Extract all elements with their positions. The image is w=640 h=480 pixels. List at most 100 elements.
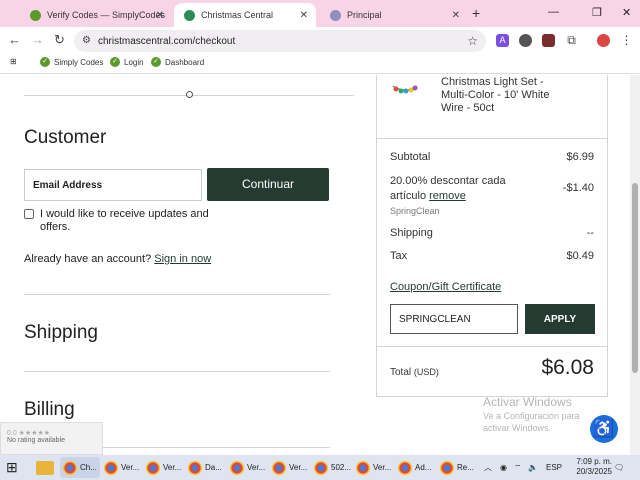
new-tab-button[interactable]: + <box>472 5 480 21</box>
subtotal-label: Subtotal <box>390 151 431 163</box>
tab-label: Principal <box>347 10 382 20</box>
chrome-icon <box>356 460 370 475</box>
chrome-icon <box>63 460 77 475</box>
scrollbar-thumb[interactable] <box>632 183 638 373</box>
bookmark-label: Dashboard <box>165 57 205 67</box>
activate-windows-text: Ve a Configuración para activar Windows. <box>483 411 580 433</box>
coupon-input[interactable]: SPRINGCLEAN <box>390 304 518 334</box>
browser-tabstrip: Verify Codes — SimplyCodes ✕ Christmas C… <box>0 0 640 27</box>
close-tab-icon[interactable]: ✕ <box>300 10 308 21</box>
taskbar-item[interactable]: 502... <box>314 457 351 478</box>
coupon-link[interactable]: Coupon/Gift Certificate <box>390 281 501 293</box>
bookmark-star-icon[interactable]: ☆ <box>467 34 478 48</box>
total-currency: (USD) <box>413 367 439 377</box>
apply-button[interactable]: APPLY <box>525 304 595 334</box>
summary-divider <box>377 138 607 139</box>
close-tab-icon[interactable]: ✕ <box>452 10 460 21</box>
page-scrollbar[interactable] <box>630 75 640 455</box>
taskbar-item[interactable]: Ver... <box>230 457 265 478</box>
shipping-value: -- <box>586 227 594 239</box>
system-clock[interactable]: 7:09 p. m. 20/3/2025 <box>576 457 612 477</box>
notifications-icon[interactable]: 🗨 <box>614 457 624 478</box>
address-bar[interactable]: ⚙ christmascentral.com/checkout ☆ <box>74 30 486 52</box>
back-icon[interactable]: ← <box>8 32 21 47</box>
principal-favicon-icon <box>330 9 341 21</box>
forward-icon[interactable]: → <box>31 32 44 47</box>
bookmark-dashboard[interactable]: ✓ Dashboard <box>151 57 204 67</box>
shipping-heading: Shipping <box>24 322 98 343</box>
rating-widget[interactable]: 0.0 ★★★★★ No rating available <box>0 422 103 455</box>
taskbar-item[interactable]: Ver... <box>146 457 181 478</box>
check-icon: ✓ <box>40 57 50 67</box>
tab-christmas-central[interactable]: Christmas Central ✕ <box>174 3 316 27</box>
wifi-icon[interactable]: ⌔ <box>514 457 522 478</box>
sign-in-link[interactable]: Sign in now <box>154 253 211 265</box>
product-name: Christmas Light Set - Multi-Color - 10' … <box>441 76 550 114</box>
extension-robot-icon[interactable] <box>519 34 532 47</box>
product-thumbnail <box>392 85 418 94</box>
total-value: $6.08 <box>541 356 594 379</box>
clock-time: 7:09 p. m. <box>576 457 612 466</box>
discount-value: -$1.40 <box>562 182 594 194</box>
reload-icon[interactable]: ↻ <box>54 32 65 48</box>
section-divider <box>24 294 330 295</box>
tab-label: Christmas Central <box>201 10 274 20</box>
total-text: Total <box>390 367 412 378</box>
chrome-icon <box>398 460 412 475</box>
site-settings-icon[interactable]: ⚙ <box>82 35 91 46</box>
customer-heading: Customer <box>24 127 107 148</box>
bookmark-login[interactable]: ✓ Login <box>110 57 144 67</box>
rating-text: No rating available <box>7 437 65 444</box>
continue-button[interactable]: Continuar <box>207 168 329 201</box>
profile-avatar[interactable] <box>597 34 610 47</box>
tax-label: Tax <box>390 250 408 262</box>
tab-principal[interactable]: Principal ✕ <box>320 3 468 27</box>
extensions-puzzle-icon[interactable]: ⧉ <box>565 34 578 47</box>
rating-stars: 0.0 ★★★★★ <box>7 430 51 437</box>
taskbar-item[interactable]: Da... <box>188 457 222 478</box>
language-indicator[interactable]: ESP <box>546 457 562 478</box>
email-field[interactable]: Email Address <box>24 169 202 201</box>
bookmark-simply-codes[interactable]: ✓ Simply Codes <box>40 57 103 67</box>
extension-badge-icon[interactable] <box>542 34 555 47</box>
url-text: christmascentral.com/checkout <box>98 35 236 47</box>
bookmark-label: Login <box>124 57 144 67</box>
chrome-icon <box>104 460 118 475</box>
order-summary: Christmas Light Set - Multi-Color - 10' … <box>376 75 608 397</box>
menu-dots-icon[interactable]: ⋮ <box>620 34 633 47</box>
taskbar-item[interactable]: Ver... <box>356 457 391 478</box>
discount-code: SpringClean <box>390 206 440 216</box>
file-explorer-icon[interactable] <box>36 461 54 475</box>
tray-chevron-icon[interactable]: ︿ <box>484 457 492 478</box>
taskbar-label: Ch... <box>80 463 97 472</box>
minimize-icon[interactable]: — <box>548 6 559 18</box>
account-prompt: Already have an account? Sign in now <box>24 253 211 265</box>
simplycodes-favicon-icon <box>30 9 41 21</box>
remove-discount-link[interactable]: remove <box>429 190 466 202</box>
chrome-icon <box>230 460 244 475</box>
activate-windows-title: Activar Windows <box>483 395 572 409</box>
taskbar-item[interactable]: Re... <box>440 457 474 478</box>
maximize-icon[interactable]: ❐ <box>592 6 602 19</box>
accessibility-icon[interactable]: ♿ <box>590 415 618 443</box>
volume-icon[interactable]: 🔈 <box>528 457 538 478</box>
taskbar-label: Ver... <box>247 463 266 472</box>
taskbar-item[interactable]: Ad... <box>398 457 431 478</box>
windows-start-icon[interactable]: ⊞ <box>6 457 18 478</box>
extension-a-icon[interactable]: A <box>496 34 509 47</box>
taskbar-label: Da... <box>205 463 222 472</box>
tab-verify-codes[interactable]: Verify Codes — SimplyCodes ✕ <box>20 3 172 27</box>
close-tab-icon[interactable]: ✕ <box>156 10 164 21</box>
taskbar-item-chrome[interactable]: Ch... <box>60 457 100 478</box>
updates-checkbox[interactable] <box>24 209 34 219</box>
check-icon: ✓ <box>151 57 161 67</box>
close-window-icon[interactable]: ✕ <box>622 6 631 19</box>
clock-date: 20/3/2025 <box>576 467 612 476</box>
tray-app-icon[interactable]: ◉ <box>500 457 507 478</box>
billing-heading: Billing <box>24 399 75 420</box>
step-dot-icon <box>186 91 193 98</box>
taskbar-item[interactable]: Ver... <box>104 457 139 478</box>
account-text: Already have an account? <box>24 253 152 265</box>
apps-grid-icon[interactable]: ⊞ <box>10 57 17 66</box>
taskbar-item[interactable]: Ver... <box>272 457 307 478</box>
